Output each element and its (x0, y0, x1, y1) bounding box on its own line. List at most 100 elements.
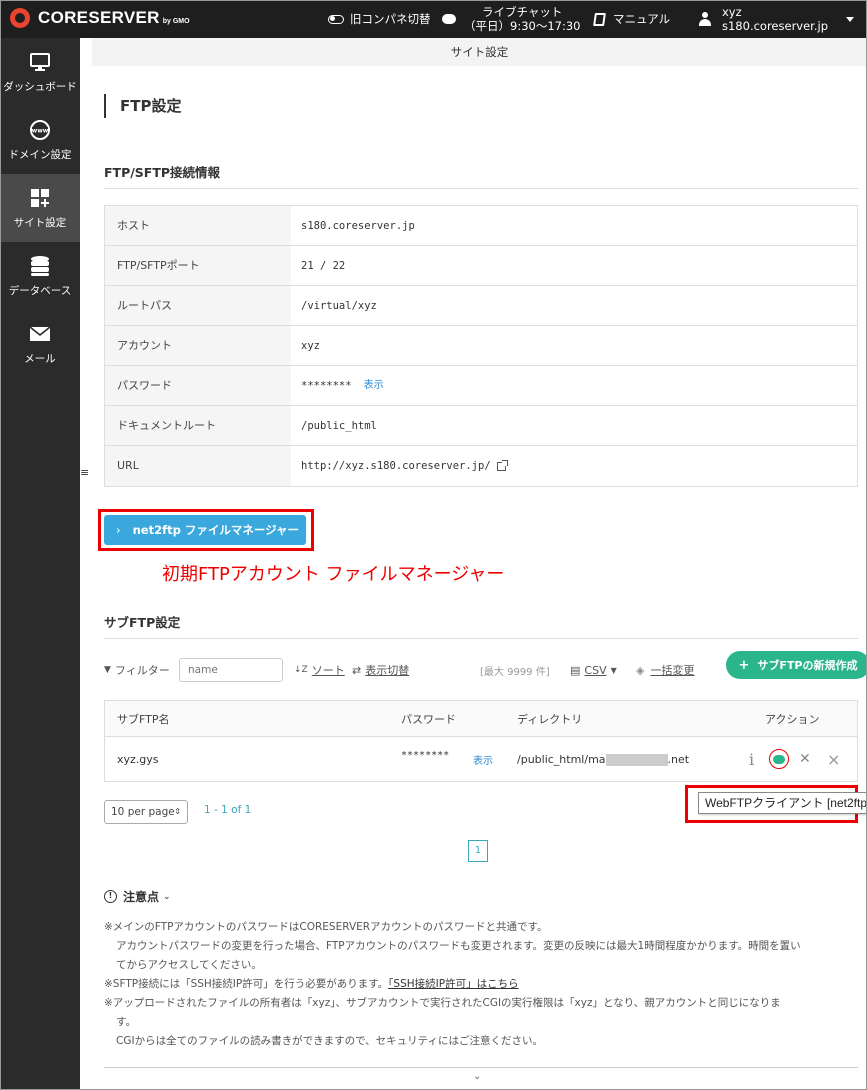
layers-icon: ◈ (636, 663, 645, 677)
external-link-icon[interactable] (496, 459, 508, 471)
note-line: ※アップロードされたファイルの所有者は「xyz」、サブアカウントで実行されたCG… (104, 997, 781, 1009)
sidebar-item-label: データベース (8, 284, 72, 297)
info-icon[interactable]: i (749, 750, 754, 769)
info-value: /virtual/xyz (301, 299, 377, 312)
close-icon[interactable]: × (827, 750, 840, 769)
page-info: 1 - 1 of 1 (204, 804, 252, 816)
redacted-area (605, 753, 668, 766)
sidebar-item-label: ドメイン設定 (8, 148, 72, 161)
note-line: ※SFTP接続には「SSH接続IP許可」を行う必要があります。「SSH接続IP許… (104, 975, 858, 994)
sort-label: ソート (311, 664, 345, 677)
info-key: ルートパス (105, 286, 291, 325)
sidebar: ダッシュボード www ドメイン設定 サイト設定 データベース メール (0, 38, 80, 1090)
column-header: サブFTP名 (117, 712, 170, 726)
breadcrumb: サイト設定 (92, 38, 867, 66)
directory-prefix: /public_html/ma (517, 752, 606, 766)
info-value: /public_html (301, 419, 377, 432)
sidebar-collapse-icon[interactable]: ≡ (80, 466, 89, 479)
show-password-link[interactable]: 表示 (364, 366, 384, 406)
sidebar-item-mail[interactable]: メール (0, 310, 80, 378)
site-url-link[interactable]: http://xyz.s180.coreserver.jp/ (301, 446, 491, 486)
info-row-password: パスワード ******** 表示 (105, 366, 857, 406)
user-menu[interactable]: xyz s180.coreserver.jp (698, 0, 855, 38)
info-row-document-root: ドキュメントルート /public_html (105, 406, 857, 446)
chat-icon (442, 14, 456, 24)
coreserver-logo[interactable]: CORESERVER by GMO (10, 8, 190, 28)
notes-title: 注意点 (123, 890, 160, 904)
subftp-password-mask: ******** (401, 750, 450, 761)
notes-toggle[interactable]: ! 注意点 ⌄ (104, 888, 171, 905)
note-line: てからアクセスしてください。 (116, 959, 262, 971)
subftp-toolbar: ▼ フィルター ↓Z ソート ⇄ 表示切替 [最大 9999 件] ▤ CSV … (104, 651, 867, 682)
book-icon (593, 12, 606, 26)
connection-section-title: FTP/SFTP接続情報 (104, 165, 221, 180)
subftp-directory: /public_html/ma .net (517, 753, 689, 766)
per-page-select[interactable]: 10 per page ⇕ (104, 800, 188, 824)
info-value: s180.coreserver.jp (301, 219, 415, 232)
filter-label-wrap: ▼ フィルター (104, 658, 170, 682)
subftp-section-title: サブFTP設定 (104, 615, 181, 630)
manual-label: マニュアル (613, 12, 671, 26)
pager-page-1[interactable]: 1 (468, 840, 488, 862)
info-key: URL (105, 446, 291, 486)
csv-dropdown[interactable]: ▤ CSV ▼ (570, 658, 617, 682)
file-icon: ▤ (570, 663, 581, 677)
site-grid-icon (29, 187, 51, 209)
sort-button[interactable]: ↓Z ソート (294, 658, 345, 682)
user-icon (698, 12, 712, 26)
info-row-account: アカウント xyz (105, 326, 857, 366)
info-key: アカウント (105, 326, 291, 365)
notes-body: ※メインのFTPアカウントのパスワードはCORESERVERアカウントのパスワー… (104, 918, 858, 1051)
annotation-text: 初期FTPアカウント ファイルマネージャー (162, 564, 505, 585)
subftp-table: サブFTP名 パスワード ディレクトリ アクション xyz.gys ******… (104, 700, 858, 782)
directory-suffix: .net (667, 752, 690, 766)
sidebar-item-label: ダッシュボード (3, 80, 77, 93)
mail-icon (29, 323, 51, 345)
logo-mark-icon (10, 8, 30, 28)
table-row: xyz.gys ******** 表示 /public_html/ma .net … (105, 737, 857, 781)
ssh-ip-permission-link[interactable]: 「SSH接続IP許可」はこちら (388, 978, 518, 990)
bulk-change-button[interactable]: ◈ 一括変更 (636, 658, 694, 682)
sidebar-item-domain[interactable]: www ドメイン設定 (0, 106, 80, 174)
old-panel-switch[interactable]: 旧コンパネ切替 (328, 0, 431, 38)
sidebar-item-label: メール (24, 352, 56, 365)
info-value: 21 / 22 (301, 259, 346, 272)
per-page-value: 10 per page (111, 806, 175, 818)
sidebar-item-database[interactable]: データベース (0, 242, 80, 310)
connection-info-table: ホスト s180.coreserver.jp FTP/SFTPポート 21 / … (104, 205, 858, 487)
new-subftp-button[interactable]: + サブFTPの新規作成 (726, 651, 867, 679)
sidebar-item-dashboard[interactable]: ダッシュボード (0, 38, 80, 106)
webftp-cloud-icon[interactable] (769, 749, 789, 769)
divider (104, 638, 858, 639)
chevron-down-icon: ⌄ (163, 891, 171, 902)
show-password-link[interactable]: 表示 (473, 752, 493, 767)
column-header: アクション (765, 712, 820, 726)
note-line: アカウントパスワードの変更を行った場合、FTPアカウントのパスワードも変更されま… (116, 940, 801, 952)
tools-icon[interactable]: ✕ (799, 751, 811, 767)
filter-label: フィルター (114, 664, 170, 677)
chevron-down-icon[interactable]: ⌄ (473, 1071, 481, 1082)
filter-input[interactable] (179, 658, 283, 682)
logo-sub: by GMO (162, 17, 190, 25)
bulk-change-label: 一括変更 (650, 664, 695, 677)
manual-link[interactable]: マニュアル (593, 0, 671, 38)
csv-label: CSV (584, 663, 607, 677)
subftp-name: xyz.gys (117, 752, 159, 766)
info-row-port: FTP/SFTPポート 21 / 22 (105, 246, 857, 286)
chevron-down-icon (846, 16, 855, 22)
user-name: xyz (722, 5, 742, 19)
page-title: FTP設定 (104, 94, 181, 118)
info-value: xyz (301, 339, 320, 352)
password-mask: ******** (301, 379, 352, 392)
note-line: CGIからは全てのファイルの読み書きができますので、セキュリティにはご注意くださ… (116, 1035, 544, 1047)
info-key: パスワード (105, 366, 291, 405)
sidebar-item-site[interactable]: サイト設定 (0, 174, 80, 242)
filter-icon: ▼ (104, 665, 111, 675)
view-toggle-button[interactable]: ⇄ 表示切替 (352, 658, 409, 682)
main-content: サイト設定 FTP設定 FTP/SFTP接続情報 ホスト s180.corese… (92, 38, 867, 1090)
svg-text:www: www (32, 127, 49, 134)
live-chat-link[interactable]: ライブチャット （平日）9:30～17:30 (442, 0, 580, 38)
net2ftp-file-manager-button[interactable]: › net2ftp ファイルマネージャー (104, 515, 306, 545)
user-server: s180.coreserver.jp (722, 19, 829, 33)
divider (104, 1067, 858, 1068)
